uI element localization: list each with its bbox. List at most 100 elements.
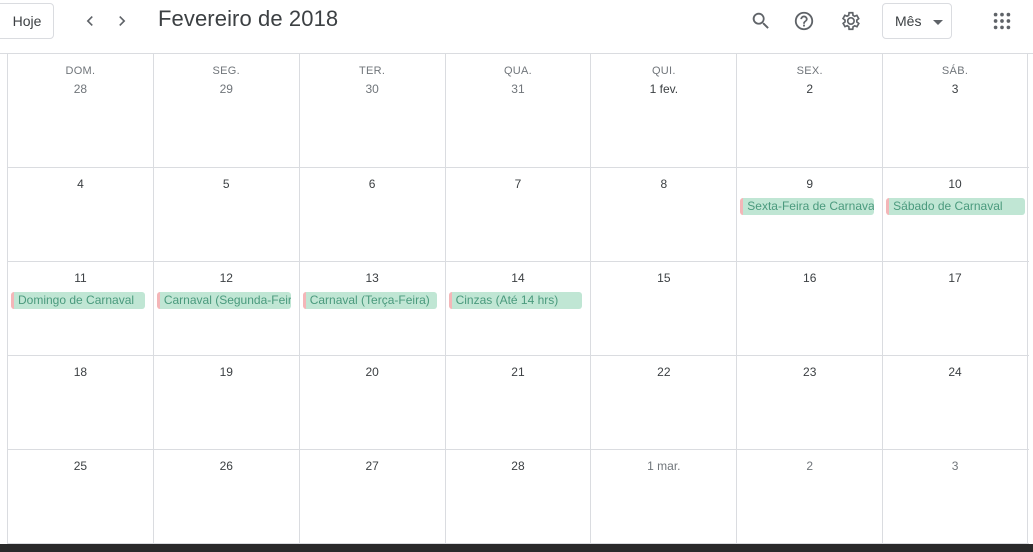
day-cell[interactable]: 17 [882, 262, 1028, 355]
day-number[interactable]: 29 [154, 82, 299, 96]
day-cell[interactable]: SEG. 29 [152, 54, 299, 167]
day-number[interactable]: 10 [883, 177, 1027, 191]
event-chip[interactable]: Cinzas (Até 14 hrs) [448, 292, 583, 309]
day-number[interactable]: 28 [446, 459, 591, 473]
event-chip[interactable]: Sábado de Carnaval [886, 198, 1025, 215]
day-number[interactable]: 28 [8, 82, 153, 96]
day-cell[interactable]: 25 [7, 450, 153, 543]
weekday-header: QUA. [503, 65, 533, 77]
day-cell[interactable]: 5 [152, 168, 299, 261]
day-number[interactable]: 15 [591, 271, 736, 285]
day-cell[interactable]: 27 [298, 450, 445, 543]
day-number[interactable]: 8 [591, 177, 736, 191]
help-icon[interactable] [791, 8, 817, 34]
day-number[interactable]: 9 [737, 177, 882, 191]
day-number[interactable]: 25 [8, 459, 153, 473]
page-title: Fevereiro de 2018 [158, 6, 339, 31]
day-number[interactable]: 4 [8, 177, 153, 191]
day-number[interactable]: 26 [154, 459, 299, 473]
apps-grid-icon[interactable] [989, 8, 1015, 34]
day-number[interactable]: 17 [883, 271, 1027, 285]
event-chip[interactable]: Domingo de Carnaval [11, 292, 145, 309]
day-number[interactable]: 20 [300, 365, 445, 379]
view-selector-label: Mês [895, 13, 922, 29]
view-selector[interactable]: Mês [882, 3, 952, 39]
day-number[interactable]: 6 [300, 177, 445, 191]
day-number[interactable]: 1 mar. [591, 459, 736, 473]
day-cell[interactable]: 18 [7, 356, 153, 449]
day-cell[interactable]: DOM. 28 [7, 54, 153, 167]
day-number[interactable]: 21 [446, 365, 591, 379]
chevron-right-icon[interactable] [108, 8, 136, 34]
day-cell[interactable]: 14 Cinzas (Até 14 hrs) [444, 262, 591, 355]
day-number[interactable]: 3 [883, 459, 1027, 473]
day-cell[interactable]: 10 Sábado de Carnaval [882, 168, 1028, 261]
day-cell[interactable]: 24 [882, 356, 1028, 449]
day-number[interactable]: 13 [300, 271, 445, 285]
day-number[interactable]: 22 [591, 365, 736, 379]
day-cell[interactable]: 16 [736, 262, 882, 355]
week-row: 18 19 20 21 22 23 24 [7, 356, 1029, 450]
day-number[interactable]: 7 [446, 177, 591, 191]
event-chip[interactable]: Sexta-Feira de Carnaval [740, 198, 875, 215]
day-cell[interactable]: 23 [736, 356, 882, 449]
day-number[interactable]: 12 [154, 271, 299, 285]
bottom-edge [0, 544, 1033, 552]
day-cell[interactable]: TER. 30 [298, 54, 445, 167]
day-cell[interactable]: 2 [736, 450, 882, 543]
event-chip[interactable]: Carnaval (Terça-Feira) [302, 292, 437, 309]
day-number[interactable]: 14 [446, 271, 591, 285]
day-cell[interactable]: 19 [152, 356, 299, 449]
day-cell[interactable]: 13 Carnaval (Terça-Feira) [298, 262, 445, 355]
weekday-header: SEX. [796, 65, 823, 77]
day-cell[interactable]: SEX. 2 [736, 54, 882, 167]
day-cell[interactable]: SÁB. 3 [882, 54, 1028, 167]
day-number[interactable]: 2 [737, 459, 882, 473]
week-row: 11 Domingo de Carnaval 12 Carnaval (Segunda… [7, 262, 1029, 356]
caret-down-icon [933, 20, 943, 25]
day-number[interactable]: 5 [154, 177, 299, 191]
month-grid: DOM. 28 SEG. 29 TER. 30 QUA. 31 QUI. 1 fev. SEX. 2 S… [7, 54, 1029, 544]
search-icon[interactable] [748, 8, 774, 34]
day-cell[interactable]: 20 [298, 356, 445, 449]
top-toolbar: Hoje Fevereiro de 2018 Mês [0, 0, 1033, 53]
today-button[interactable]: Hoje [0, 3, 54, 39]
day-cell[interactable]: 6 [298, 168, 445, 261]
day-cell[interactable]: 21 [444, 356, 591, 449]
gear-icon[interactable] [837, 8, 863, 34]
event-chip[interactable]: Carnaval (Segunda-Feira) [156, 292, 291, 309]
day-number[interactable]: 27 [300, 459, 445, 473]
weekday-header: TER. [358, 65, 386, 77]
day-cell[interactable]: QUI. 1 fev. [590, 54, 736, 167]
day-cell[interactable]: 22 [590, 356, 736, 449]
day-number[interactable]: 31 [446, 82, 591, 96]
day-number[interactable]: 30 [300, 82, 445, 96]
day-number[interactable]: 16 [737, 271, 882, 285]
day-cell[interactable]: 26 [152, 450, 299, 543]
day-cell[interactable]: 9 Sexta-Feira de Carnaval [736, 168, 882, 261]
weekday-header: DOM. [65, 65, 96, 77]
day-cell[interactable]: 12 Carnaval (Segunda-Feira) [152, 262, 299, 355]
day-cell[interactable]: 28 [444, 450, 591, 543]
day-cell[interactable]: 3 [882, 450, 1028, 543]
day-number[interactable]: 1 fev. [591, 82, 736, 96]
day-number[interactable]: 2 [737, 82, 882, 96]
day-number[interactable]: 23 [737, 365, 882, 379]
chevron-left-icon[interactable] [76, 8, 104, 34]
week-row: 25 26 27 28 1 mar. 2 3 [7, 450, 1029, 544]
day-cell[interactable]: 8 [590, 168, 736, 261]
day-number[interactable]: 19 [154, 365, 299, 379]
day-number[interactable]: 11 [8, 271, 153, 285]
weekday-header: SÁB. [941, 65, 969, 77]
day-number[interactable]: 18 [8, 365, 153, 379]
weekday-header: SEG. [212, 65, 241, 77]
day-cell[interactable]: 7 [444, 168, 591, 261]
day-cell[interactable]: 11 Domingo de Carnaval [7, 262, 153, 355]
day-cell[interactable]: 1 mar. [590, 450, 736, 543]
day-number[interactable]: 3 [883, 82, 1027, 96]
day-number[interactable]: 24 [883, 365, 1027, 379]
week-row: DOM. 28 SEG. 29 TER. 30 QUA. 31 QUI. 1 fev. SEX. 2 S… [7, 54, 1029, 168]
day-cell[interactable]: QUA. 31 [444, 54, 591, 167]
day-cell[interactable]: 15 [590, 262, 736, 355]
day-cell[interactable]: 4 [7, 168, 153, 261]
